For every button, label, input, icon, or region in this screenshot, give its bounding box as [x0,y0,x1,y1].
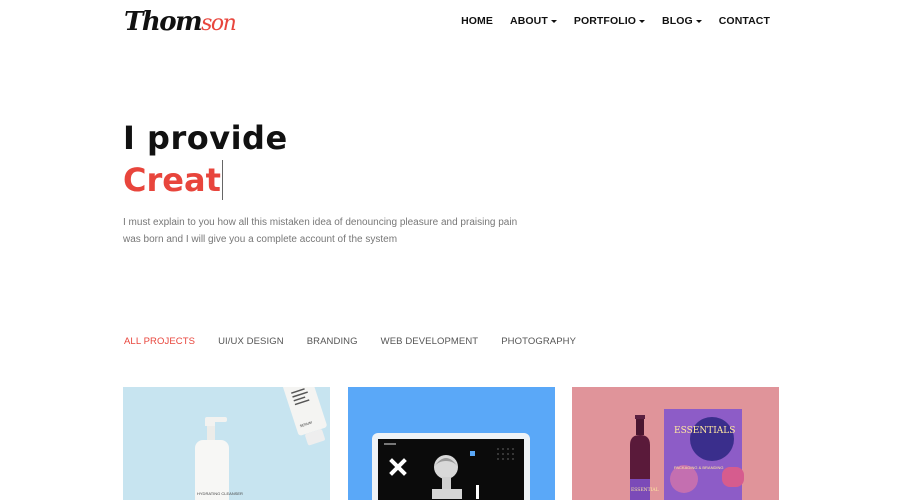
nav-item-home[interactable]: HOME [461,15,493,27]
site-header: Thomson HOME ABOUT PORTFOLIO BLOG CONTAC… [0,0,900,44]
portfolio-card-cosmetics[interactable]: SERUM HYDRATING CLEANSER [123,387,330,500]
portfolio-card-web[interactable] [348,387,555,500]
main-nav: HOME ABOUT PORTFOLIO BLOG CONTACT [444,15,770,27]
nav-item-label: BLOG [662,15,693,27]
site-logo[interactable]: Thomson [124,4,237,42]
nav-item-blog[interactable]: BLOG [662,15,702,27]
hero-title-line1: I provide [123,119,288,157]
caret-down-icon [695,19,702,23]
nav-item-label: ABOUT [510,15,548,27]
nav-item-label: CONTACT [718,15,770,27]
logo-main-text: Thom [124,7,203,37]
bottle-label: HYDRATING CLEANSER [197,491,243,496]
nav-item-label: PORTFOLIO [573,15,637,27]
filter-branding[interactable]: BRANDING [307,336,358,347]
nav-item-contact[interactable]: CONTACT [719,15,770,27]
book-subtitle: PACKAGING & BRANDING [674,465,724,470]
hero-description: I must explain to you how all this mista… [123,217,518,245]
packaging-image: ESSENTIALS PACKAGING & BRANDING ESSENTIA… [572,387,779,500]
portfolio-filter-bar: ALL PROJECTS UI/UX DESIGN BRANDING WEB D… [124,336,599,347]
logo-accent-text: son [201,11,237,36]
caret-down-icon [639,19,646,23]
hero-title-typing: Creat [123,160,288,200]
laptop-image [348,387,555,500]
nav-item-label: HOME [461,15,494,27]
hero-heading: I provide Creat [123,118,288,200]
book-title: ESSENTIALS [674,426,735,436]
filter-photography[interactable]: PHOTOGRAPHY [501,336,576,347]
nav-item-about[interactable]: ABOUT [510,15,557,27]
hero-typed-text: Creat [123,161,221,199]
portfolio-card-branding[interactable]: ESSENTIALS PACKAGING & BRANDING ESSENTIA… [572,387,779,500]
caret-down-icon [550,19,557,23]
filter-all-projects[interactable]: ALL PROJECTS [124,336,195,347]
filter-ui-ux-design[interactable]: UI/UX DESIGN [218,336,284,347]
typing-cursor [221,160,223,200]
filter-web-development[interactable]: WEB DEVELOPMENT [381,336,479,347]
bottle-label: ESSENTIAL [631,487,659,493]
cosmetics-image: SERUM HYDRATING CLEANSER [123,387,330,500]
nav-item-portfolio[interactable]: PORTFOLIO [573,15,646,27]
